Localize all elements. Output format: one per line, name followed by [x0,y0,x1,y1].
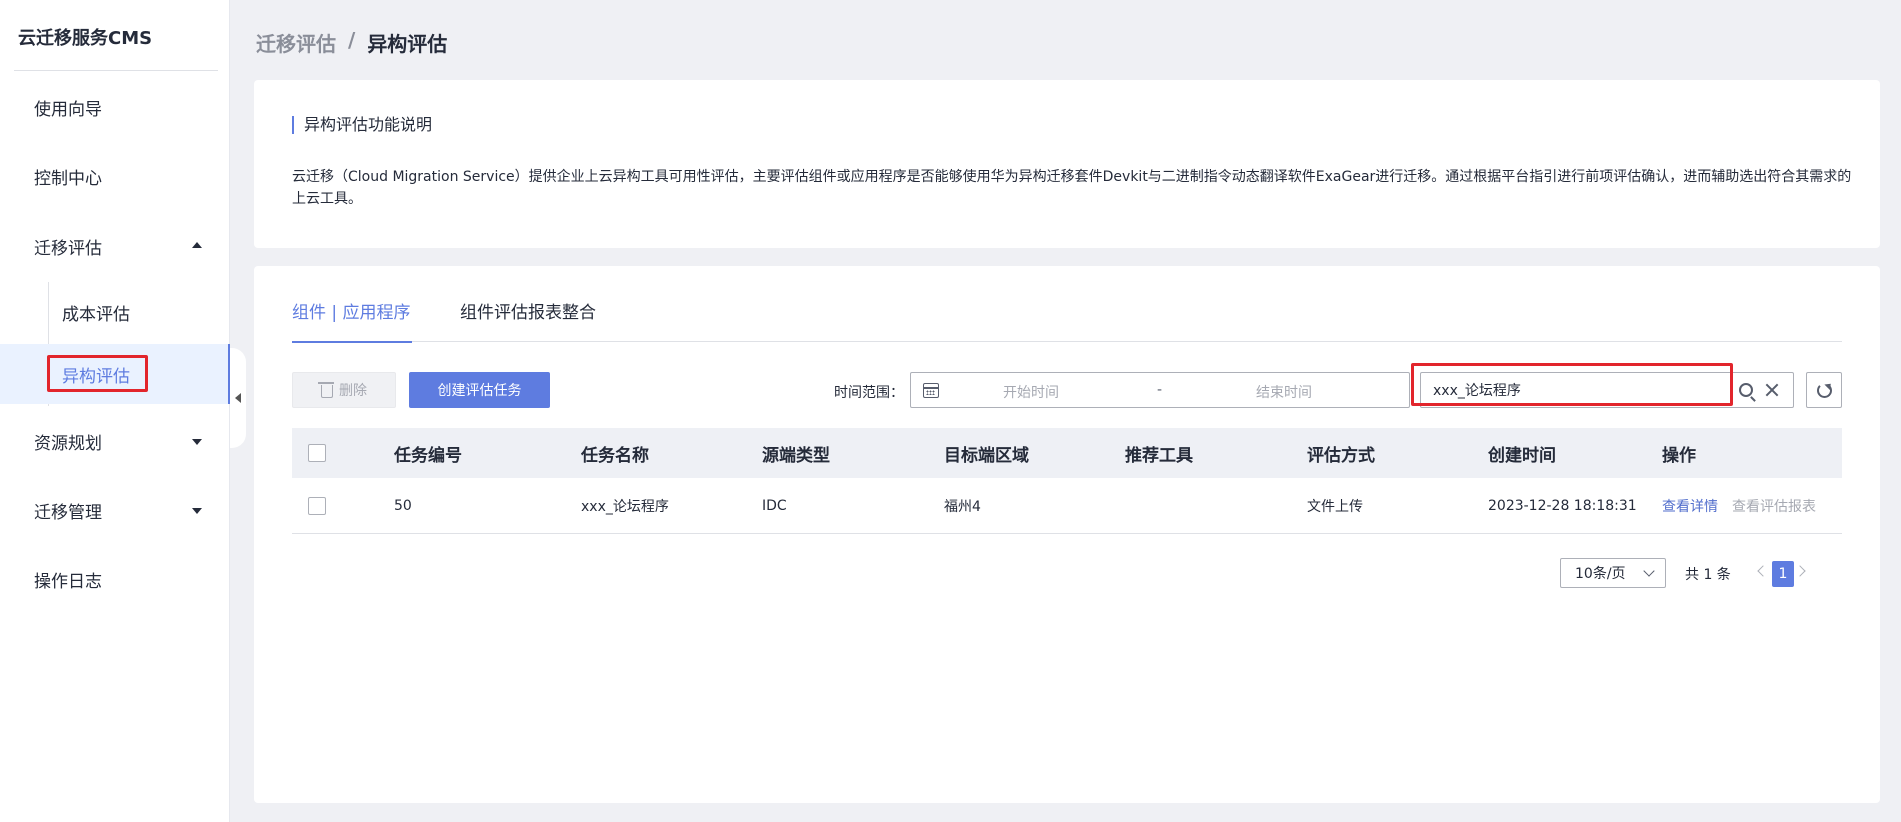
sidebar-item-label: 迁移评估 [34,238,102,259]
header-select-all[interactable] [308,428,326,478]
breadcrumb-separator: / [348,28,356,52]
sidebar-item-operation-log[interactable]: 操作日志 [0,554,230,604]
sidebar-item-label: 迁移管理 [34,502,102,523]
tab-ink-bar [292,341,412,343]
date-range-separator: - [1157,382,1163,398]
sidebar-subitem-heterogeneous-assessment[interactable]: 异构评估 [0,344,230,404]
table-row: 50 xxx_论坛程序 IDC 福州4 文件上传 2023-12-28 18:1… [292,478,1842,534]
sidebar-subitem-cost-assessment[interactable]: 成本评估 [0,282,230,342]
chevron-right-icon[interactable] [1794,565,1806,577]
close-icon[interactable] [1763,381,1781,399]
caret-up-icon [192,242,202,248]
view-details-link[interactable]: 查看详情 [1662,496,1718,516]
column-header: 目标端区域 [944,445,1029,466]
trash-icon [318,382,334,398]
column-header: 创建时间 [1488,445,1556,466]
start-time-placeholder[interactable]: 开始时间 [1003,382,1059,402]
brand-divider [14,70,218,71]
column-header: 操作 [1662,445,1696,466]
create-task-button[interactable]: 创建评估任务 [409,372,550,408]
refresh-icon [1817,383,1832,398]
calendar-icon [923,383,939,398]
tab-components-apps[interactable]: 组件 | 应用程序 [292,298,412,343]
sidebar: 云迁移服务CMS 使用向导 控制中心 迁移评估 成本评估 异构评估 资源规划 迁… [0,0,230,822]
sidebar-subitem-label: 成本评估 [62,304,130,325]
breadcrumb: 迁移评估 / 异构评估 [256,28,447,57]
delete-button-label: 删除 [339,383,367,399]
cell-created-time: 2023-12-28 18:18:31 [1488,497,1637,514]
sidebar-collapse-handle[interactable] [230,348,246,448]
breadcrumb-parent[interactable]: 迁移评估 [256,28,336,57]
row-select[interactable] [308,478,326,533]
sidebar-item-label: 操作日志 [34,571,102,592]
chevron-left-icon[interactable] [1757,565,1769,577]
cell-actions: 查看详情 查看评估报表 [1662,478,1816,533]
tab-report-integration[interactable]: 组件评估报表整合 [460,298,610,342]
sidebar-item-guide[interactable]: 使用向导 [0,82,230,132]
column-header: 任务编号 [394,445,462,466]
collapse-left-icon [235,393,241,403]
info-card: 异构评估功能说明 云迁移（Cloud Migration Service）提供企… [254,80,1880,248]
caret-down-icon [192,508,202,514]
column-header: 源端类型 [762,445,830,466]
column-header: 任务名称 [581,445,649,466]
cell-task-name: xxx_论坛程序 [581,498,669,515]
column-header: 评估方式 [1307,445,1375,466]
create-task-label: 创建评估任务 [437,383,522,399]
cell-task-id: 50 [394,497,412,514]
row-checkbox[interactable] [308,496,326,515]
info-description: 云迁移（Cloud Migration Service）提供企业上云异构工具可用… [292,169,1852,207]
search-icon[interactable] [1739,383,1753,397]
sidebar-subitem-label: 异构评估 [62,366,130,387]
date-range-picker[interactable]: 开始时间 - 结束时间 [910,372,1410,408]
page-size-select[interactable]: 10条/页 [1560,558,1666,588]
total-count: 共 1 条 [1685,567,1731,583]
sidebar-item-resource-planning[interactable]: 资源规划 [0,416,230,466]
info-title: 异构评估功能说明 [292,116,432,134]
search-box [1420,372,1794,408]
table-header: 任务编号 任务名称 源端类型 目标端区域 推荐工具 评估方式 创建时间 操作 [292,428,1842,478]
time-range-label: 时间范围： [834,385,904,401]
cell-assessment-method: 文件上传 [1307,498,1363,515]
page-number-current[interactable]: 1 [1772,561,1794,587]
sidebar-item-label: 控制中心 [34,168,102,189]
end-time-placeholder[interactable]: 结束时间 [1256,382,1312,402]
breadcrumb-current: 异构评估 [367,32,448,56]
select-all-checkbox[interactable] [308,444,326,462]
delete-button[interactable]: 删除 [292,372,396,408]
sidebar-item-migration-assessment[interactable]: 迁移评估 [0,221,230,271]
tab-label: 组件评估报表整合 [460,303,596,323]
sidebar-item-migration-management[interactable]: 迁移管理 [0,485,230,535]
main-card: 组件 | 应用程序 组件评估报表整合 删除 创建评估任务 时间范围： 开始时间 … [254,266,1880,803]
tab-label: 组件 | 应用程序 [292,303,411,323]
tab-bar: 组件 | 应用程序 组件评估报表整合 [292,298,1842,343]
cell-source-type: IDC [762,497,787,514]
sidebar-item-label: 资源规划 [34,433,102,454]
cell-target-region: 福州4 [944,498,981,515]
search-input[interactable] [1433,373,1723,407]
sidebar-item-label: 使用向导 [34,99,102,120]
sidebar-item-control-center[interactable]: 控制中心 [0,151,230,201]
chevron-down-icon [1643,565,1655,577]
refresh-button[interactable] [1806,372,1842,408]
column-header: 推荐工具 [1125,445,1193,466]
caret-down-icon [192,439,202,445]
brand-title: 云迁移服务CMS [18,28,153,49]
view-report-link: 查看评估报表 [1732,498,1816,515]
page-size-value: 10条/页 [1575,566,1626,582]
